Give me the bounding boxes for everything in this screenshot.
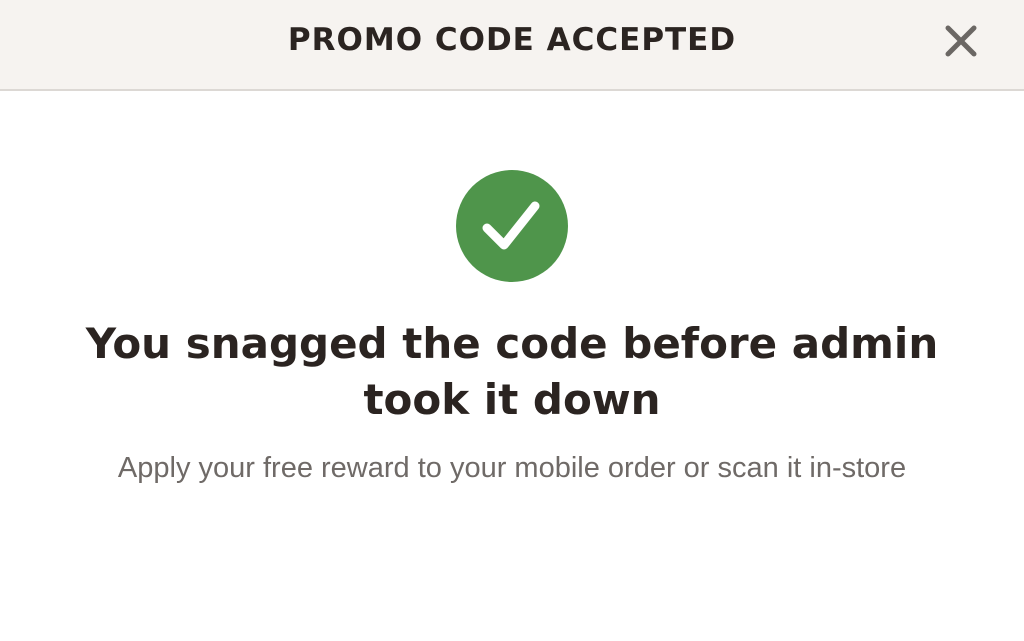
modal-header: PROMO CODE ACCEPTED (0, 0, 1024, 91)
check-circle-icon (456, 170, 568, 282)
modal-title: PROMO CODE ACCEPTED (287, 22, 737, 58)
close-button[interactable] (936, 16, 986, 66)
close-icon (945, 25, 977, 57)
promo-modal: PROMO CODE ACCEPTED You snagged the code… (0, 0, 1024, 641)
success-badge (456, 170, 568, 282)
success-headline: You snagged the code before admin took i… (85, 319, 939, 424)
success-message: Apply your free reward to your mobile or… (117, 452, 907, 484)
